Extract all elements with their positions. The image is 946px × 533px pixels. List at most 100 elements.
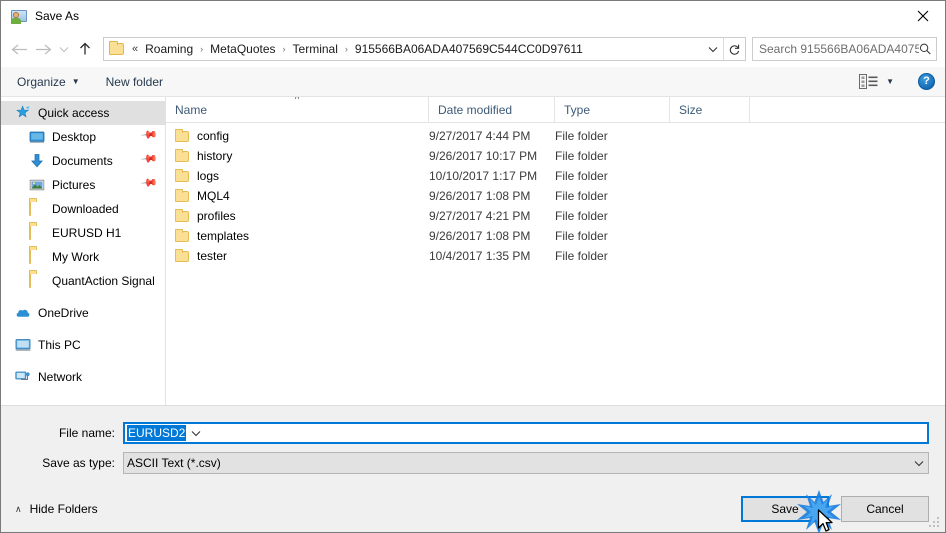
table-row[interactable]: history 9/26/2017 10:17 PM File folder: [166, 146, 945, 166]
table-row[interactable]: logs 10/10/2017 1:17 PM File folder: [166, 166, 945, 186]
file-name-cell: config: [166, 129, 429, 143]
breadcrumb-item-metaquotes[interactable]: MetaQuotes: [207, 40, 278, 58]
sidebar-item-label: Downloaded: [52, 202, 119, 216]
sidebar-item-quantaction-signal[interactable]: QuantAction Signal: [1, 269, 165, 293]
sidebar-item-onedrive[interactable]: OneDrive: [1, 301, 165, 325]
column-header-label: Type: [564, 102, 591, 117]
sidebar-item-eurusd-h1[interactable]: EURUSD H1: [1, 221, 165, 245]
resize-grip[interactable]: [929, 517, 940, 528]
chevron-down-icon: ▼: [71, 77, 80, 86]
chevron-down-icon[interactable]: [909, 460, 928, 467]
recent-locations-button[interactable]: [55, 36, 73, 62]
navigation-bar: « Roaming › MetaQuotes › Terminal › 9155…: [1, 31, 945, 67]
file-name-input[interactable]: EURUSD2: [123, 422, 929, 444]
file-name-value[interactable]: EURUSD2: [127, 425, 187, 441]
cancel-button[interactable]: Cancel: [841, 496, 929, 522]
search-input[interactable]: Search 915566BA06ADA40756...: [759, 42, 919, 56]
column-header-name[interactable]: ∧ Name: [166, 96, 429, 123]
action-buttons: Save Cancel: [741, 490, 929, 533]
column-header-size[interactable]: Size: [670, 96, 750, 123]
file-name-label: tester: [197, 249, 228, 263]
column-header-date-modified[interactable]: Date modified: [429, 96, 555, 123]
file-type-cell: File folder: [555, 169, 608, 183]
new-folder-label: New folder: [105, 74, 163, 89]
table-row[interactable]: profiles 9/27/2017 4:21 PM File folder: [166, 206, 945, 226]
breadcrumb-separator[interactable]: ›: [196, 44, 207, 54]
file-name-cell: logs: [166, 169, 429, 183]
breadcrumb-item-terminal-id[interactable]: 915566BA06ADA407569C544CC0D97611: [352, 40, 586, 58]
sidebar-item-network[interactable]: Network: [1, 365, 165, 389]
table-row[interactable]: templates 9/26/2017 1:08 PM File folder: [166, 226, 945, 246]
table-row[interactable]: tester 10/4/2017 1:35 PM File folder: [166, 246, 945, 266]
arrow-left-icon: [11, 44, 27, 54]
close-button[interactable]: [900, 1, 945, 31]
toolbar-right-group: ▼ ?: [859, 73, 935, 90]
address-bar[interactable]: « Roaming › MetaQuotes › Terminal › 9155…: [103, 37, 746, 61]
breadcrumb-item-terminal[interactable]: Terminal: [290, 40, 341, 58]
sidebar-item-label: My Work: [52, 250, 100, 264]
breadcrumb-item-roaming[interactable]: Roaming: [142, 40, 196, 58]
search-icon: [920, 43, 932, 55]
new-folder-button[interactable]: New folder: [106, 75, 163, 89]
folder-icon: [175, 189, 189, 202]
star-pin-icon: [15, 105, 31, 121]
help-button[interactable]: ?: [918, 73, 935, 90]
change-view-button[interactable]: ▼: [859, 74, 894, 89]
column-header-filler: [750, 97, 945, 123]
this-pc-icon: [15, 337, 31, 353]
sidebar-item-downloaded[interactable]: Downloaded: [1, 197, 165, 221]
breadcrumb-separator[interactable]: ›: [341, 44, 352, 54]
chevron-down-icon: [708, 46, 718, 52]
file-name-label: config: [197, 129, 230, 143]
chevron-down-icon: ▼: [886, 77, 894, 86]
sidebar-item-quick-access[interactable]: Quick access: [1, 101, 165, 125]
pin-icon[interactable]: 📌: [140, 150, 162, 171]
pin-icon[interactable]: 📌: [140, 174, 162, 195]
table-row[interactable]: config 9/27/2017 4:44 PM File folder: [166, 126, 945, 146]
file-name-row: File name: EURUSD2: [1, 422, 945, 444]
up-button[interactable]: [73, 36, 97, 62]
address-dropdown-button[interactable]: [703, 38, 723, 60]
breadcrumb-separator[interactable]: ›: [279, 44, 290, 54]
chevron-down-icon: [59, 46, 69, 52]
sidebar-item-label: Documents: [52, 154, 113, 168]
network-icon: [15, 369, 31, 385]
sidebar-item-my-work[interactable]: My Work: [1, 245, 165, 269]
pin-icon[interactable]: 📌: [140, 126, 162, 147]
organize-label: Organize: [17, 74, 66, 89]
breadcrumb-overflow[interactable]: «: [132, 43, 138, 55]
file-date-cell: 10/4/2017 1:35 PM: [429, 249, 531, 263]
column-headers: ∧ Name Date modified Type Size: [166, 96, 945, 123]
sidebar-item-label: Desktop: [52, 130, 97, 144]
table-row[interactable]: MQL4 9/26/2017 1:08 PM File folder: [166, 186, 945, 206]
forward-button[interactable]: [31, 36, 55, 62]
save-button[interactable]: Save: [741, 496, 829, 522]
chevron-down-icon[interactable]: [186, 430, 205, 437]
folder-icon: [175, 149, 189, 162]
onedrive-icon: [15, 305, 31, 321]
file-name-label: MQL4: [197, 189, 230, 203]
sidebar-item-desktop[interactable]: Desktop 📌: [1, 125, 165, 149]
refresh-button[interactable]: [723, 38, 745, 60]
save-as-type-select[interactable]: ASCII Text (*.csv): [123, 452, 929, 474]
sidebar-item-label: OneDrive: [38, 306, 89, 320]
navigation-pane: Quick access Desktop 📌 Documents 📌 Pictu…: [1, 97, 166, 405]
search-box[interactable]: Search 915566BA06ADA40756...: [752, 37, 937, 61]
sidebar-item-pictures[interactable]: Pictures 📌: [1, 173, 165, 197]
organize-button[interactable]: Organize ▼: [17, 75, 80, 89]
file-name-cell: profiles: [166, 209, 429, 223]
sidebar-item-label: This PC: [38, 338, 81, 352]
sidebar-item-this-pc[interactable]: This PC: [1, 333, 165, 357]
hide-folders-button[interactable]: ∧ Hide Folders: [15, 502, 98, 516]
file-type-cell: File folder: [555, 229, 608, 243]
column-header-type[interactable]: Type: [555, 96, 670, 123]
folder-icon: [175, 249, 189, 262]
folder-icon: [29, 224, 45, 241]
column-header-label: Size: [679, 102, 703, 117]
sidebar-item-documents[interactable]: Documents 📌: [1, 149, 165, 173]
file-date-cell: 10/10/2017 1:17 PM: [429, 169, 538, 183]
back-button[interactable]: [7, 36, 31, 62]
